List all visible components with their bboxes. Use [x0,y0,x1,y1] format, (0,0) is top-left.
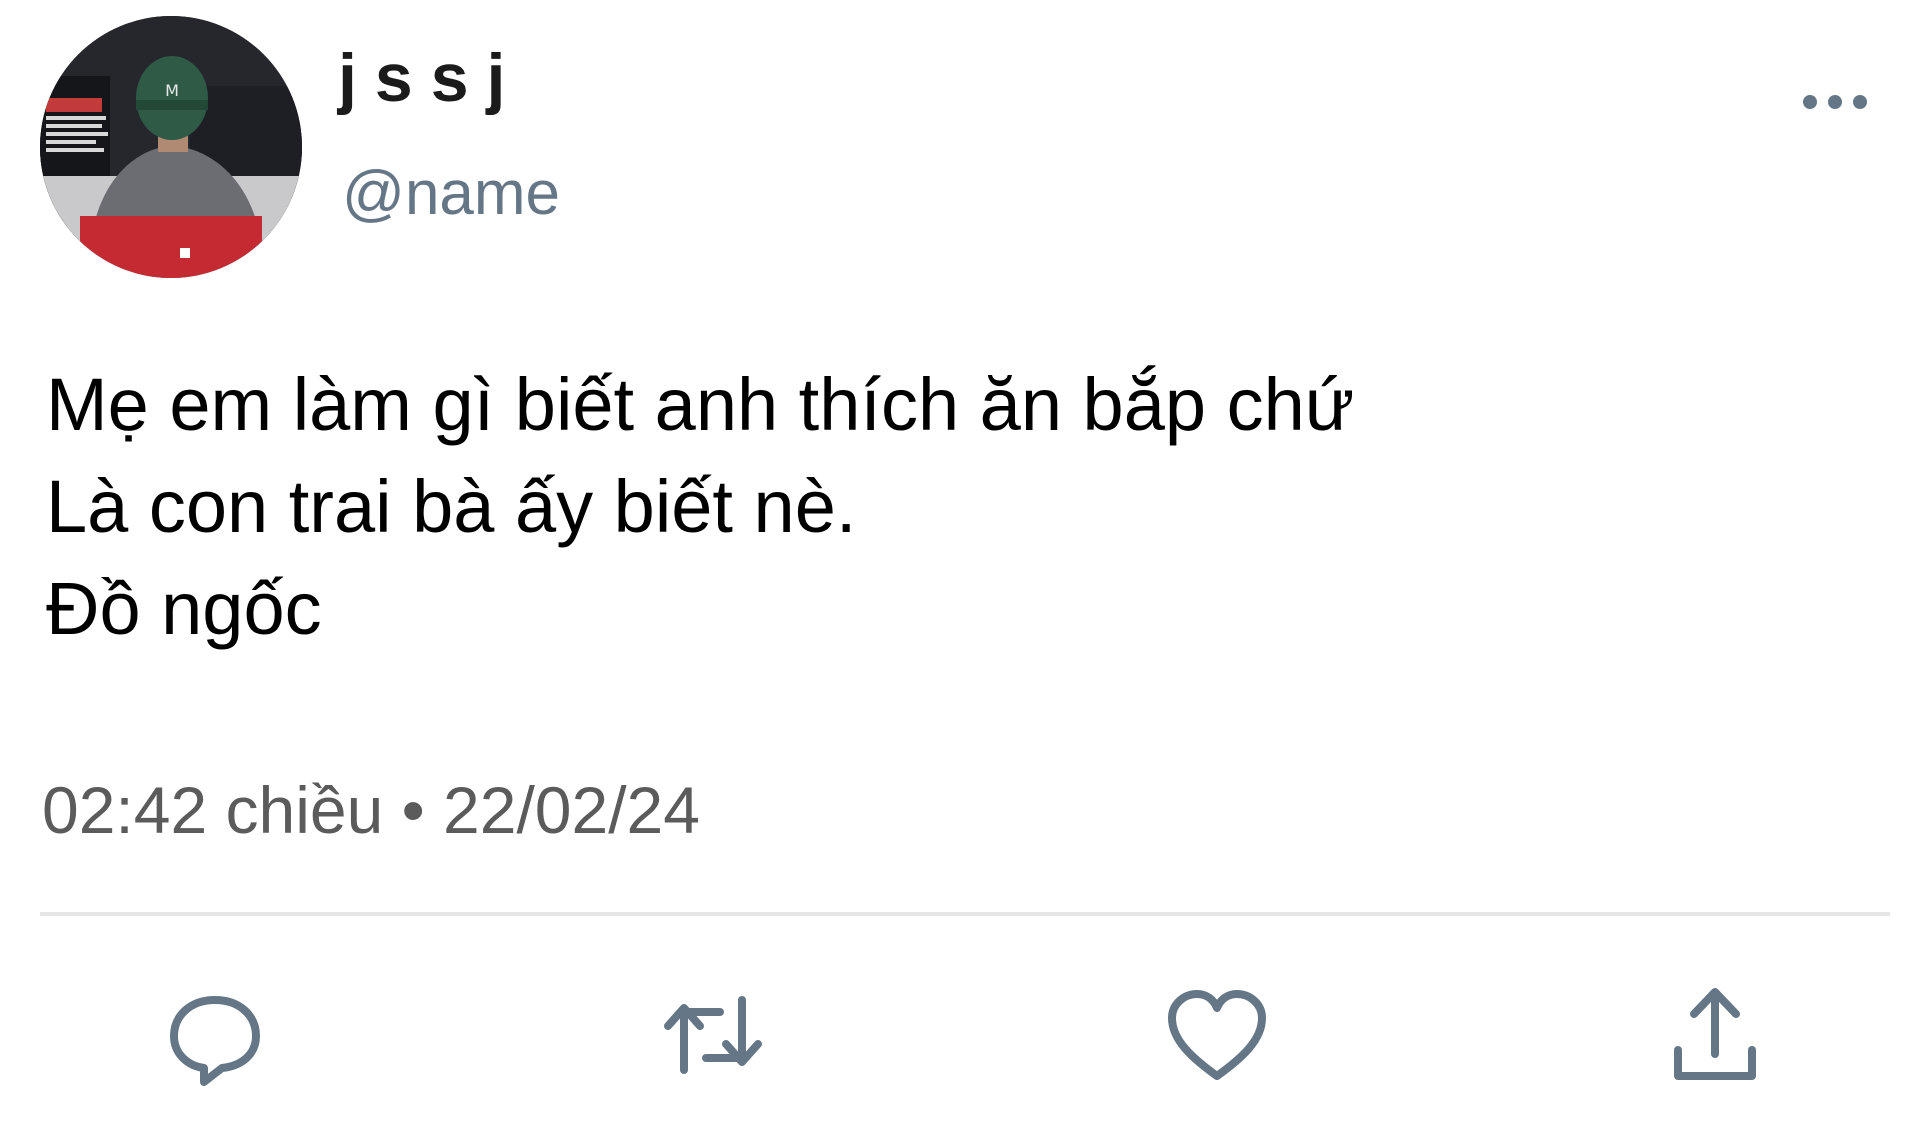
tweet-text: Mẹ em làm gì biết anh thích ăn bắp chứ L… [46,354,1354,660]
more-options-button[interactable] [1800,80,1870,124]
reply-button[interactable] [160,980,270,1090]
share-button[interactable] [1660,980,1770,1090]
user-avatar-photo: M [40,16,302,278]
svg-text:M: M [165,81,179,100]
reply-icon [170,996,260,1086]
tweet-text-line: Là con trai bà ấy biết nè. [46,465,857,548]
retweet-icon [664,996,762,1074]
like-button[interactable] [1162,980,1272,1090]
tweet-timestamp[interactable]: 02:42 chiều • 22/02/24 [42,770,700,850]
display-name[interactable]: jssj [338,38,523,118]
share-icon [1674,988,1756,1080]
tweet-text-line: Mẹ em làm gì biết anh thích ăn bắp chứ [46,363,1355,446]
retweet-button[interactable] [658,980,768,1090]
tweet-card: M jssj @name Mẹ em làm gì biết anh thích… [0,0,1920,1128]
tweet-text-line: Đồ ngốc [46,567,322,650]
user-handle[interactable]: @name [342,158,560,230]
avatar[interactable]: M [40,16,302,278]
divider [40,912,1890,916]
like-icon [1168,990,1266,1080]
more-options-icon [1803,95,1867,109]
